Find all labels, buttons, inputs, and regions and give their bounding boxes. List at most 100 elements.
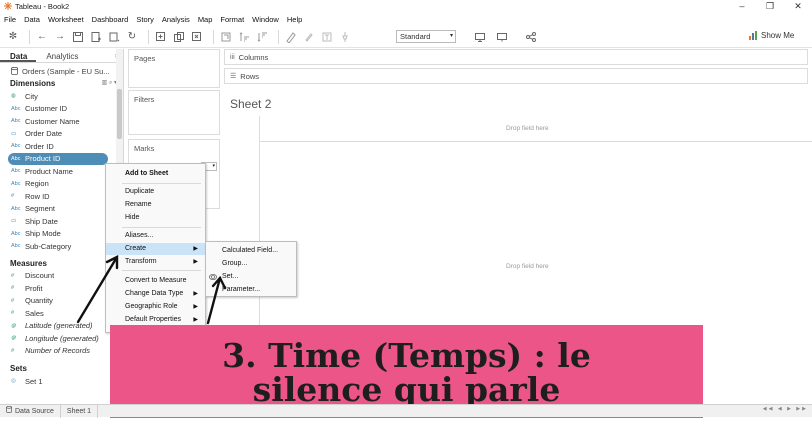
sort-descending-icon[interactable] bbox=[255, 30, 269, 44]
redo-icon[interactable]: → bbox=[53, 30, 67, 44]
save-icon[interactable] bbox=[71, 30, 85, 44]
field-label: Order ID bbox=[25, 141, 54, 151]
menu-help[interactable]: Help bbox=[287, 15, 302, 24]
sheet-nav-arrows-icon[interactable]: ◀◀ ◀ ▶ ▶▶ bbox=[763, 406, 808, 412]
drop-zone-columns[interactable]: Drop field here bbox=[506, 125, 549, 132]
clear-sheet-icon[interactable] bbox=[190, 30, 204, 44]
set-icon bbox=[209, 273, 217, 281]
sheet-title[interactable]: Sheet 2 bbox=[230, 97, 271, 111]
menu-story[interactable]: Story bbox=[136, 15, 154, 24]
field-label: Quantity bbox=[25, 296, 53, 306]
menu-add-to-sheet[interactable]: Add to Sheet bbox=[106, 168, 205, 180]
tab-sheet-1[interactable]: Sheet 1 bbox=[61, 404, 99, 418]
new-datasource-icon[interactable] bbox=[89, 30, 103, 44]
presentation-mode-icon[interactable] bbox=[473, 30, 487, 44]
highlight-icon[interactable] bbox=[284, 30, 298, 44]
field-label: Latitude (generated) bbox=[25, 321, 93, 331]
filters-shelf[interactable]: Filters bbox=[128, 90, 220, 135]
fix-axes-icon[interactable] bbox=[338, 30, 352, 44]
refresh-icon[interactable]: ↻ bbox=[125, 30, 139, 44]
show-me-label: Show Me bbox=[761, 31, 795, 40]
tab-data-source-label: Data Source bbox=[15, 407, 54, 415]
field-city[interactable]: ◍ City bbox=[0, 90, 123, 103]
string-type-icon: Abc bbox=[11, 155, 21, 162]
menu-geographic-role[interactable]: Geographic Role ▶ bbox=[106, 301, 205, 313]
field-longitude[interactable]: ◍ Longitude (generated) bbox=[0, 332, 123, 345]
menu-format[interactable]: Format bbox=[220, 15, 244, 24]
banner-line-2: silence qui parle bbox=[252, 369, 561, 409]
restore-icon[interactable]: ❐ bbox=[755, 0, 785, 12]
pages-label: Pages bbox=[134, 54, 156, 63]
field-number-of-records[interactable]: # Number of Records bbox=[0, 345, 123, 358]
menu-duplicate[interactable]: Duplicate bbox=[106, 186, 205, 198]
drop-zone-center[interactable]: Drop field here bbox=[506, 263, 549, 270]
sets-header: Sets bbox=[0, 362, 123, 375]
menu-parameter[interactable]: Parameter... bbox=[206, 284, 296, 296]
menu-set[interactable]: Set... bbox=[206, 271, 296, 283]
field-order-date[interactable]: ▭ Order Date bbox=[0, 128, 123, 141]
group-members-icon[interactable] bbox=[302, 30, 316, 44]
menu-create[interactable]: Create ▶ bbox=[106, 243, 205, 255]
string-type-icon: Abc bbox=[11, 180, 21, 187]
minimize-icon[interactable]: – bbox=[727, 0, 757, 12]
number-type-icon: # bbox=[11, 310, 15, 317]
menu-worksheet[interactable]: Worksheet bbox=[48, 15, 84, 24]
field-customer-name[interactable]: Abc Customer Name bbox=[0, 115, 123, 128]
fit-select[interactable]: Standard ▾ bbox=[396, 30, 456, 43]
field-label: Customer ID bbox=[25, 104, 68, 114]
device-preview-icon[interactable] bbox=[495, 30, 509, 44]
field-label: Number of Records bbox=[25, 346, 91, 356]
close-icon[interactable]: ✕ bbox=[783, 0, 812, 12]
menu-calculated-field[interactable]: Calculated Field... bbox=[206, 245, 296, 257]
menu-file[interactable]: File bbox=[4, 15, 16, 24]
menu-window[interactable]: Window bbox=[252, 15, 279, 24]
toolbar-separator bbox=[29, 29, 30, 44]
new-worksheet-icon[interactable] bbox=[154, 30, 168, 44]
menu-aliases[interactable]: Aliases... bbox=[106, 230, 205, 242]
show-mark-labels-icon[interactable] bbox=[320, 30, 334, 44]
dimension-tools-icon[interactable]: ▥ ⌕ ▾ bbox=[102, 77, 117, 90]
menu-rename[interactable]: Rename bbox=[106, 199, 205, 211]
columns-shelf[interactable]: iii Columns bbox=[224, 49, 808, 65]
scrollbar-thumb[interactable] bbox=[117, 89, 122, 139]
menu-dashboard[interactable]: Dashboard bbox=[92, 15, 129, 24]
canvas-divider-horizontal bbox=[259, 141, 812, 142]
field-set-1[interactable]: ◎ Set 1 bbox=[0, 375, 123, 388]
menu-separator bbox=[122, 227, 201, 228]
menu-group[interactable]: Group... bbox=[206, 258, 296, 270]
menu-change-data-type[interactable]: Change Data Type ▶ bbox=[106, 288, 205, 300]
data-pane-tabs: Data Analytics ⇕ bbox=[0, 49, 123, 63]
menu-transform[interactable]: Transform ▶ bbox=[106, 256, 205, 268]
pages-shelf[interactable]: Pages bbox=[128, 49, 220, 88]
data-source-item[interactable]: Orders (Sample - EU Su... bbox=[0, 63, 123, 77]
columns-icon: iii bbox=[230, 53, 235, 61]
create-submenu: Calculated Field... Group... Set... Para… bbox=[205, 241, 297, 297]
undo-icon[interactable]: ← bbox=[35, 30, 49, 44]
menu-map[interactable]: Map bbox=[198, 15, 213, 24]
menu-convert-to-measure[interactable]: Convert to Measure bbox=[106, 275, 205, 287]
menu-hide[interactable]: Hide bbox=[106, 212, 205, 224]
duplicate-sheet-icon[interactable] bbox=[172, 30, 186, 44]
field-label: Sales bbox=[25, 308, 44, 318]
string-type-icon: Abc bbox=[11, 105, 21, 112]
menu-data[interactable]: Data bbox=[24, 15, 40, 24]
field-order-id[interactable]: Abc Order ID bbox=[0, 140, 123, 153]
sort-ascending-icon[interactable] bbox=[237, 30, 251, 44]
pause-updates-icon[interactable] bbox=[107, 30, 121, 44]
tab-analytics[interactable]: Analytics bbox=[36, 49, 87, 62]
tableau-icon[interactable]: ✼ bbox=[6, 30, 20, 44]
field-label: City bbox=[25, 91, 38, 101]
field-label: Ship Mode bbox=[25, 229, 61, 239]
field-customer-id[interactable]: Abc Customer ID bbox=[0, 103, 123, 116]
menu-analysis[interactable]: Analysis bbox=[162, 15, 190, 24]
menu-change-data-type-label: Change Data Type bbox=[125, 290, 184, 297]
tableau-logo-icon bbox=[3, 2, 12, 11]
tab-data-source[interactable]: Data Source bbox=[0, 404, 61, 418]
rows-shelf[interactable]: ☰ Rows bbox=[224, 68, 808, 84]
swap-rows-columns-icon[interactable] bbox=[219, 30, 233, 44]
show-me-button[interactable]: Show Me bbox=[749, 31, 794, 40]
share-icon[interactable] bbox=[524, 30, 538, 44]
measures-title: Measures bbox=[10, 258, 47, 268]
field-product-id[interactable]: Abc Product ID bbox=[8, 152, 108, 165]
tab-data[interactable]: Data bbox=[0, 49, 37, 62]
